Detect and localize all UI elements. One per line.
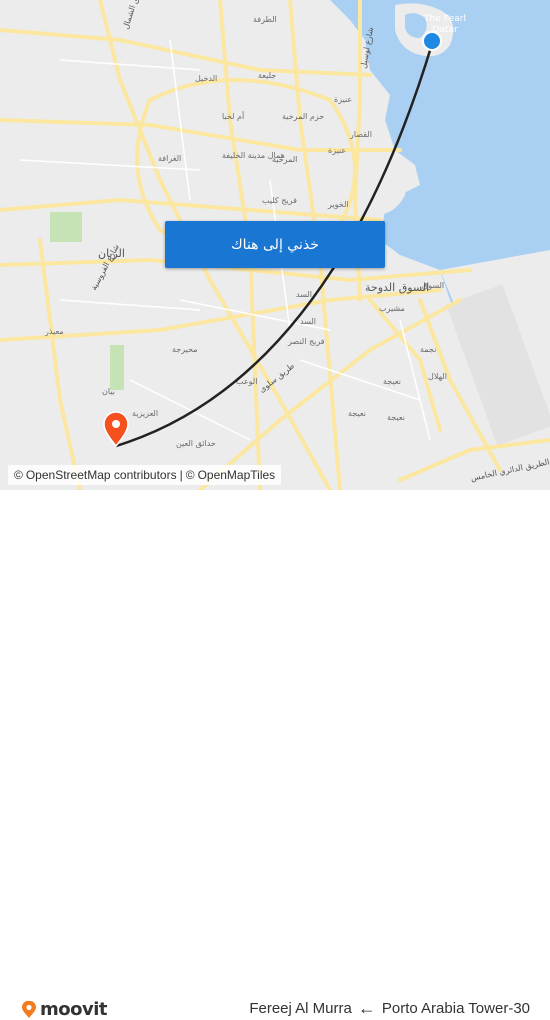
attribution-separator: | <box>179 468 183 482</box>
footer-bar: moovit Fereej Al Murra ← Porto Arabia To… <box>0 490 550 1020</box>
left-arrow-icon: ← <box>357 998 376 1018</box>
route-from: Fereej Al Murra <box>249 999 352 1017</box>
map-attribution: © OpenStreetMap contributors | © OpenMap… <box>8 465 282 485</box>
logo-text: moovit <box>40 999 108 1020</box>
osm-contributors-link[interactable]: OpenStreetMap contributors <box>26 468 177 482</box>
destination-pin-icon[interactable] <box>103 411 129 448</box>
route-to: Porto Arabia Tower-30 <box>381 999 530 1017</box>
copyright-symbol: © <box>185 468 195 482</box>
moovit-logo[interactable]: moovit <box>20 999 108 1020</box>
map-canvas[interactable]: The Pearl Qatar الطرفة جليعة الدخيل عنيزة… <box>0 0 550 490</box>
route-summary: Fereej Al Murra ← Porto Arabia Tower-30 <box>249 999 530 1017</box>
openmaptiles-link[interactable]: OpenMapTiles <box>198 468 276 482</box>
moovit-pin-icon <box>22 1000 36 1018</box>
copyright-symbol: © <box>14 468 23 482</box>
origin-dot[interactable] <box>424 33 440 49</box>
take-me-there-button[interactable]: خذني إلى هناك <box>165 221 385 268</box>
